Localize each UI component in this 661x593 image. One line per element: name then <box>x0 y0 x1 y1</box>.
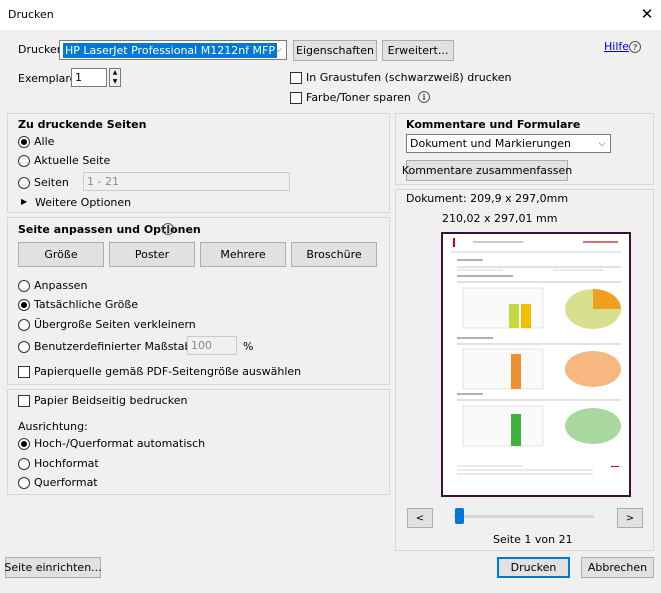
paper-source-label: Papierquelle gemäß PDF-Seitengröße auswä… <box>34 365 302 378</box>
radio-fit[interactable]: Anpassen <box>18 279 87 292</box>
printer-selected-value: HP LaserJet Professional M1212nf MFP <box>63 42 277 58</box>
chevron-down-icon: ⌵ <box>274 45 282 55</box>
radio-custom-scale[interactable]: Benutzerdefinierter Maßstab: <box>18 340 195 353</box>
checkbox-box[interactable] <box>18 394 30 407</box>
radio-all-label: Alle <box>34 135 55 148</box>
expand-triangle-icon[interactable]: ▶ <box>21 197 27 206</box>
preview-footer-mark <box>611 466 619 467</box>
radio-actual-size[interactable]: Tatsächliche Größe <box>18 298 138 311</box>
page-preview <box>441 232 631 497</box>
prev-page-button[interactable]: < <box>407 508 433 528</box>
radio-circle[interactable] <box>18 135 30 148</box>
printer-label: Drucker: <box>18 43 65 56</box>
grayscale-label: In Graustufen (schwarzweiß) drucken <box>306 71 512 84</box>
orientation-label: Ausrichtung: <box>18 420 88 433</box>
radio-landscape-label: Querformat <box>34 476 98 489</box>
save-toner-checkbox[interactable]: Farbe/Toner sparen <box>290 91 411 104</box>
radio-custom-label: Benutzerdefinierter Maßstab: <box>34 340 196 353</box>
radio-shrink[interactable]: Übergroße Seiten verkleinern <box>18 318 196 331</box>
page-slider-track[interactable] <box>454 515 594 518</box>
properties-button[interactable]: Eigenschaften <box>293 40 377 61</box>
radio-pages-label: Seiten <box>34 176 69 189</box>
page-range-input[interactable]: 1 - 21 <box>83 172 290 191</box>
paper-source-checkbox[interactable]: Papierquelle gemäß PDF-Seitengröße auswä… <box>18 365 301 378</box>
radio-actual-label: Tatsächliche Größe <box>34 298 139 311</box>
radio-landscape[interactable]: Querformat <box>18 476 98 489</box>
help-icon[interactable]: ? <box>629 41 641 53</box>
radio-circle[interactable] <box>18 476 30 489</box>
chevron-down-icon: ⌵ <box>598 138 606 149</box>
radio-circle[interactable] <box>18 437 30 450</box>
radio-circle[interactable] <box>18 154 30 167</box>
pages-heading: Zu druckende Seiten <box>18 118 147 131</box>
radio-circle[interactable] <box>18 176 30 189</box>
help-link[interactable]: Hilfe <box>604 40 629 53</box>
radio-circle[interactable] <box>18 298 30 311</box>
radio-circle[interactable] <box>18 457 30 470</box>
radio-all-pages[interactable]: Alle <box>18 135 54 148</box>
advanced-button[interactable]: Erweitert... <box>382 40 454 61</box>
stepper-up-icon[interactable]: ▲ <box>110 69 120 78</box>
duplex-label: Papier Beidseitig bedrucken <box>34 394 188 407</box>
preview-section-3 <box>457 393 621 447</box>
booklet-button[interactable]: Broschüre <box>291 242 377 267</box>
radio-current-label: Aktuelle Seite <box>34 154 111 167</box>
info-icon[interactable]: i <box>162 223 174 235</box>
copies-stepper[interactable]: ▲ ▼ <box>109 68 121 87</box>
radio-auto-label: Hoch-/Querformat automatisch <box>34 437 206 450</box>
stepper-down-icon[interactable]: ▼ <box>110 78 120 87</box>
poster-button[interactable]: Poster <box>109 242 195 267</box>
radio-circle[interactable] <box>18 318 30 331</box>
printer-select[interactable]: HP LaserJet Professional M1212nf MFP ⌵ <box>59 40 287 60</box>
page-setup-button[interactable]: Seite einrichten... <box>4 557 102 578</box>
checkbox-box[interactable] <box>290 91 302 104</box>
title-bar <box>0 0 661 30</box>
radio-fit-label: Anpassen <box>34 279 88 292</box>
comments-select[interactable]: Dokument und Markierungen ⌵ <box>406 134 611 153</box>
custom-scale-input[interactable]: 100 <box>187 336 237 355</box>
info-icon[interactable]: i <box>418 91 430 103</box>
radio-shrink-label: Übergroße Seiten verkleinern <box>34 318 196 331</box>
grayscale-checkbox[interactable]: In Graustufen (schwarzweiß) drucken <box>290 71 511 84</box>
radio-portrait-label: Hochformat <box>34 457 99 470</box>
print-button[interactable]: Drucken <box>497 557 570 578</box>
size-button[interactable]: Größe <box>18 242 104 267</box>
page-slider-thumb[interactable] <box>455 508 464 524</box>
document-size-label: Dokument: 209,9 x 297,0mm <box>406 192 569 205</box>
window-title: Drucken <box>8 8 54 21</box>
page-size-label: 210,02 x 297,01 mm <box>442 212 558 225</box>
checkbox-box[interactable] <box>290 71 302 84</box>
summarize-comments-button[interactable]: Kommentare zusammenfassen <box>402 160 572 181</box>
radio-portrait[interactable]: Hochformat <box>18 457 99 470</box>
preview-section-1 <box>457 259 621 329</box>
multiple-button[interactable]: Mehrere <box>200 242 286 267</box>
next-page-button[interactable]: > <box>617 508 643 528</box>
radio-circle[interactable] <box>18 340 30 353</box>
radio-current-page[interactable]: Aktuelle Seite <box>18 154 110 167</box>
checkbox-box[interactable] <box>18 365 30 378</box>
copies-input[interactable]: 1 <box>71 68 107 87</box>
radio-page-range[interactable]: Seiten <box>18 176 69 189</box>
radio-orientation-auto[interactable]: Hoch-/Querformat automatisch <box>18 437 205 450</box>
preview-section-2 <box>457 337 621 390</box>
comments-heading: Kommentare und Formulare <box>406 118 581 131</box>
save-toner-label: Farbe/Toner sparen <box>306 91 411 104</box>
cancel-button[interactable]: Abbrechen <box>581 557 654 578</box>
duplex-checkbox[interactable]: Papier Beidseitig bedrucken <box>18 394 187 407</box>
percent-label: % <box>243 340 254 353</box>
page-preview-thumbnail <box>451 238 621 475</box>
preview-header-mark <box>453 238 455 247</box>
page-indicator: Seite 1 von 21 <box>493 533 573 546</box>
radio-circle[interactable] <box>18 279 30 292</box>
close-icon[interactable]: ✕ <box>638 5 656 23</box>
more-options-label[interactable]: Weitere Optionen <box>35 196 131 209</box>
comments-selected-value: Dokument und Markierungen <box>410 137 572 150</box>
